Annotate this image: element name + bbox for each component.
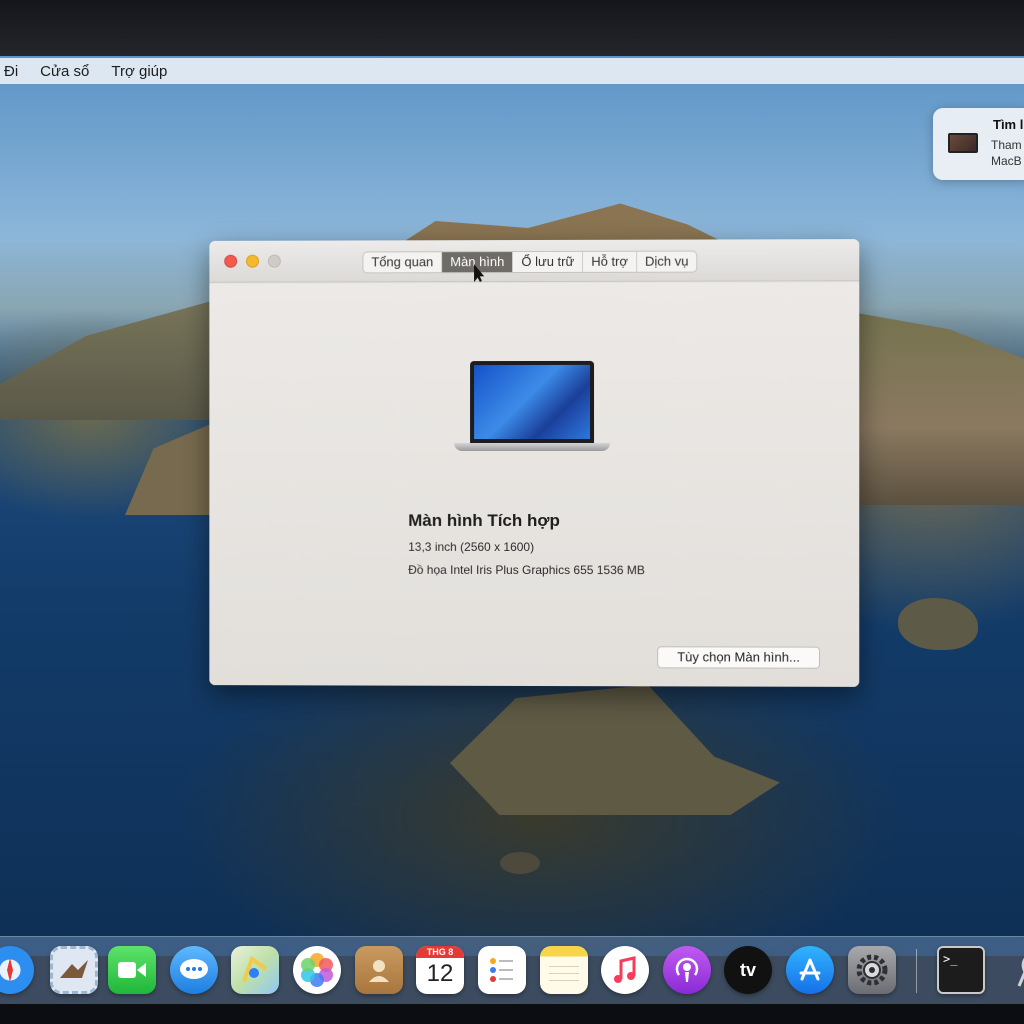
displays-pane: Màn hình Tích hợp 13,3 inch (2560 x 1600… bbox=[209, 282, 860, 687]
tab-overview[interactable]: Tổng quan bbox=[363, 252, 443, 273]
display-resolution: 13,3 inch (2560 x 1600) bbox=[408, 539, 535, 555]
minimize-button[interactable] bbox=[246, 254, 259, 268]
utility-icon[interactable] bbox=[1002, 946, 1024, 994]
apple-tv-icon[interactable]: tv bbox=[724, 946, 772, 994]
maps-map-icon[interactable] bbox=[231, 946, 279, 994]
photos-flower-icon[interactable] bbox=[293, 946, 341, 994]
reminders-checklist-icon[interactable] bbox=[478, 946, 526, 994]
macbook-thumbnail-icon bbox=[948, 133, 978, 153]
menu-bar: Đi Cửa sổ Trợ giúp bbox=[0, 58, 1024, 84]
display-preferences-button[interactable]: Tùy chọn Màn hình... bbox=[657, 646, 820, 669]
podcasts-icon[interactable] bbox=[663, 946, 711, 994]
system-preferences-gear-icon[interactable] bbox=[848, 946, 896, 994]
monitor-bezel-bottom bbox=[0, 1004, 1024, 1024]
window-titlebar[interactable]: Tổng quan Màn hình Ổ lưu trữ Hỗ trợ Dịch… bbox=[209, 239, 860, 283]
music-note-icon[interactable] bbox=[601, 946, 649, 994]
tab-service[interactable]: Dịch vụ bbox=[637, 252, 697, 272]
menu-go[interactable]: Đi bbox=[4, 63, 18, 80]
monitor-bezel-top bbox=[0, 0, 1024, 56]
display-graphics: Đồ họa Intel Iris Plus Graphics 655 1536… bbox=[408, 562, 645, 578]
laptop-wallpaper bbox=[474, 364, 591, 440]
notification-title: Tìm l bbox=[993, 117, 1024, 132]
calendar-month: THG 8 bbox=[416, 946, 464, 958]
calendar-day: 12 bbox=[426, 960, 454, 987]
app-store-icon[interactable] bbox=[786, 946, 834, 994]
facetime-video-camera-icon[interactable] bbox=[108, 946, 156, 994]
terminal-prompt: >_ bbox=[943, 952, 958, 966]
calendar-icon[interactable]: THG 8 12 bbox=[416, 946, 464, 994]
contacts-address-book-icon[interactable] bbox=[355, 946, 403, 994]
tv-label: tv bbox=[739, 959, 756, 980]
mail-stamp-icon[interactable] bbox=[50, 946, 98, 994]
tab-storage[interactable]: Ổ lưu trữ bbox=[513, 251, 584, 273]
safari-compass-icon[interactable] bbox=[0, 946, 34, 994]
close-button[interactable] bbox=[224, 254, 238, 268]
zoom-button bbox=[267, 254, 281, 268]
dock: THG 8 12 tv >_ bbox=[0, 936, 1024, 1004]
terminal-icon[interactable]: >_ bbox=[937, 946, 985, 994]
messages-speech-bubble-icon[interactable] bbox=[170, 946, 218, 994]
tab-bar: Tổng quan Màn hình Ổ lưu trữ Hỗ trợ Dịch… bbox=[362, 250, 698, 274]
wallpaper-rock-tiny bbox=[500, 852, 540, 874]
notification-banner[interactable]: Tìm l Tham MacB bbox=[933, 108, 1024, 180]
menu-window[interactable]: Cửa sổ bbox=[40, 63, 89, 80]
notification-line-2: MacB bbox=[991, 154, 1022, 168]
macbook-display-icon bbox=[454, 360, 611, 457]
display-name: Màn hình Tích hợp bbox=[408, 510, 560, 531]
notification-body: Tham MacB bbox=[991, 137, 1022, 169]
about-this-mac-window: Tổng quan Màn hình Ổ lưu trữ Hỗ trợ Dịch… bbox=[209, 239, 860, 687]
dock-separator bbox=[916, 949, 917, 993]
laptop-base bbox=[454, 442, 611, 452]
notes-notepad-icon[interactable] bbox=[540, 946, 588, 994]
notification-line-1: Tham bbox=[991, 138, 1022, 152]
menu-help[interactable]: Trợ giúp bbox=[111, 63, 167, 80]
tab-support[interactable]: Hỗ trợ bbox=[583, 251, 638, 272]
laptop-screen bbox=[470, 360, 595, 444]
